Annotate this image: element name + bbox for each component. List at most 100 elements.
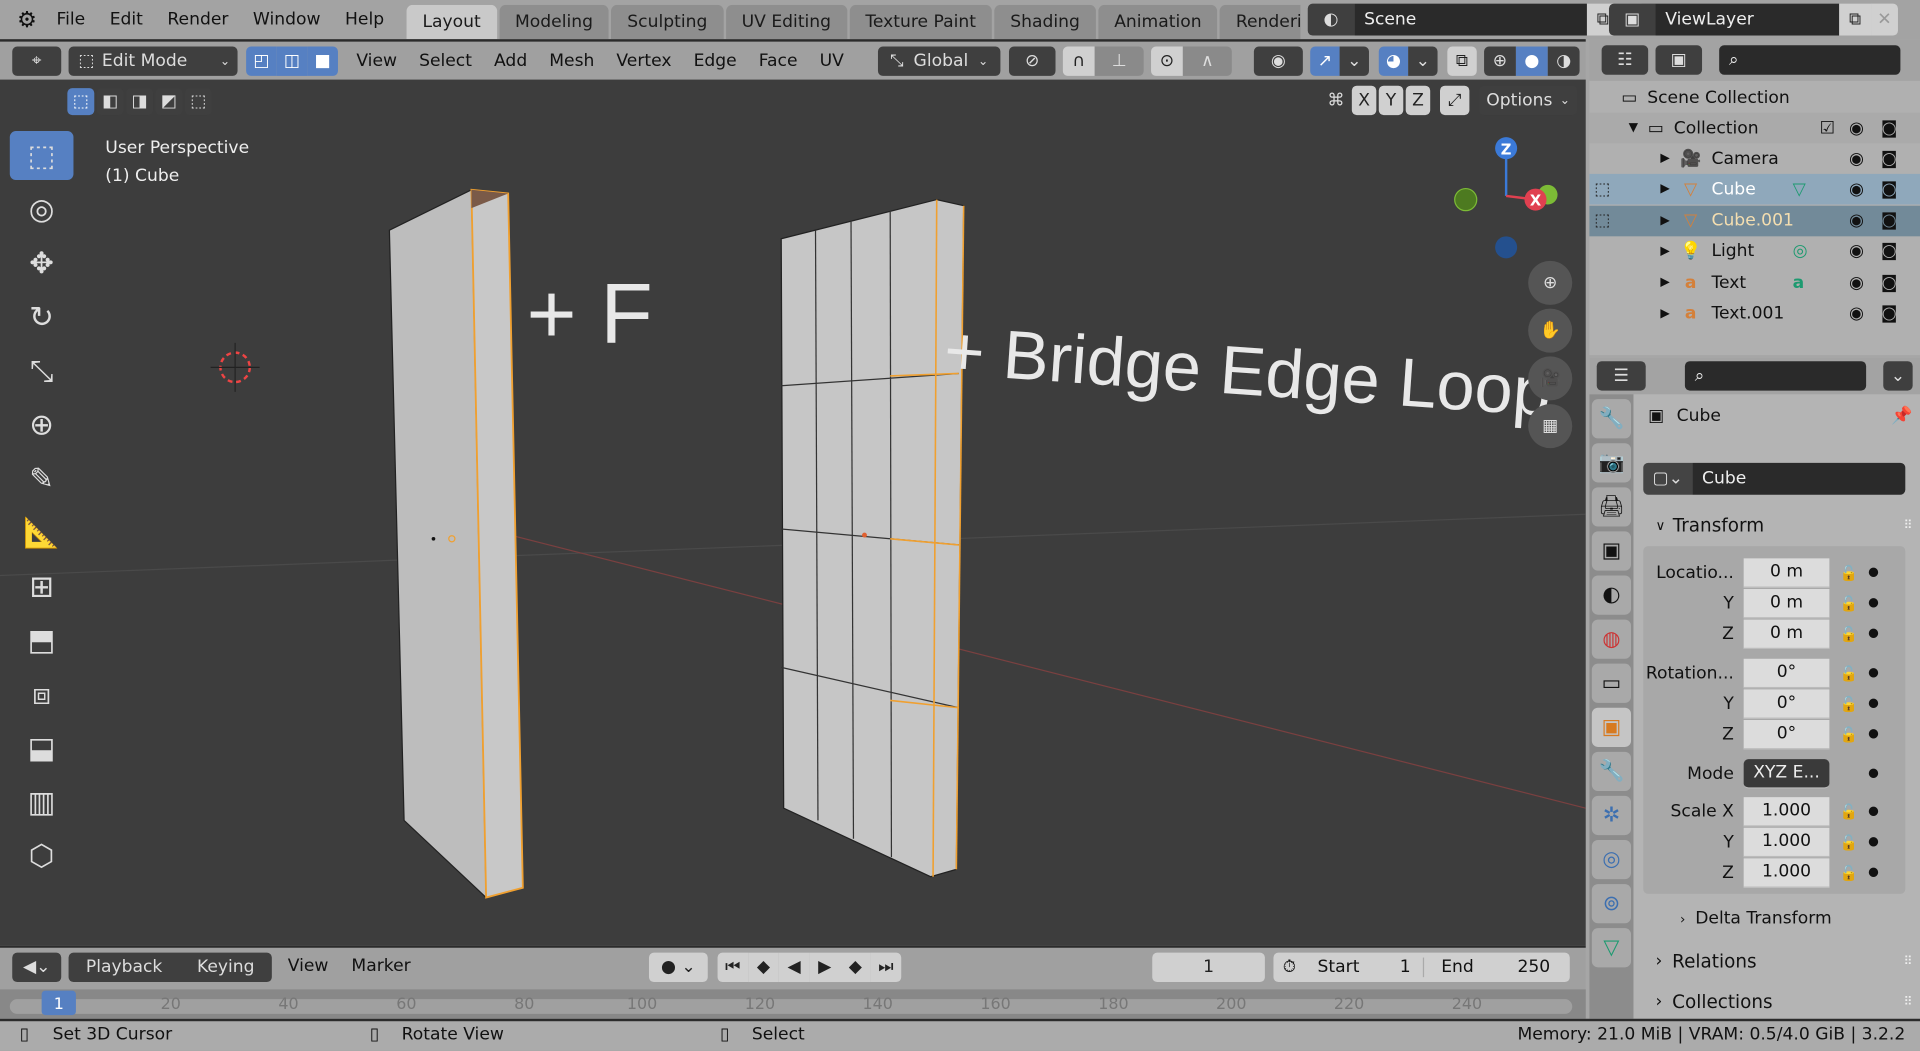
play-reverse-icon[interactable]: ◀ bbox=[778, 952, 810, 983]
3d-viewport[interactable]: + F + Bridge Edge Loop Z X User Perspect… bbox=[0, 79, 1586, 946]
scene-icon[interactable]: ◐ bbox=[1307, 3, 1355, 36]
value-field[interactable]: 0 m bbox=[1743, 588, 1830, 618]
keyframe-dot-icon[interactable]: ● bbox=[1864, 566, 1884, 579]
tab-shading[interactable]: Shading bbox=[994, 4, 1096, 40]
mesh-data-tab-icon[interactable]: ▽ bbox=[1591, 928, 1632, 968]
gizmo-neg-y-axis[interactable] bbox=[1454, 187, 1478, 212]
options-dropdown[interactable]: Options ⌄ bbox=[1479, 85, 1578, 116]
menu-timeline-view[interactable]: View bbox=[288, 956, 329, 976]
gizmo-dropdown[interactable]: ⌄ bbox=[1339, 46, 1369, 76]
expand-right-icon[interactable]: ▶ bbox=[1660, 214, 1669, 227]
object-data-icon[interactable]: ▢⌄ bbox=[1643, 462, 1693, 495]
tab-modeling[interactable]: Modeling bbox=[499, 4, 609, 40]
end-frame-field[interactable]: End 250 bbox=[1422, 957, 1567, 978]
start-frame-field[interactable]: Start 1 bbox=[1305, 958, 1423, 978]
value-field[interactable]: 1.000 bbox=[1743, 857, 1830, 888]
eye-icon[interactable]: ◉ bbox=[1849, 118, 1864, 138]
current-frame-field[interactable]: 1 bbox=[1152, 952, 1265, 983]
object-data-icon[interactable]: ▽ bbox=[1793, 180, 1806, 200]
value-field[interactable]: 0 m bbox=[1743, 618, 1830, 649]
topology-mirror-icon[interactable]: ⤢ bbox=[1440, 85, 1470, 116]
snap-target-button[interactable]: ⊥ bbox=[1094, 46, 1144, 76]
knife-tool-icon[interactable]: ⬡ bbox=[10, 831, 74, 880]
face-select-button[interactable]: ■ bbox=[307, 46, 338, 76]
select-box-tool-icon[interactable]: ⬚ bbox=[9, 131, 74, 181]
viewlayer-icon[interactable]: ▣ bbox=[1608, 3, 1656, 36]
properties-search-input[interactable]: ⌕ bbox=[1684, 361, 1867, 391]
stopwatch-icon[interactable]: ⏱ bbox=[1273, 958, 1305, 978]
eye-icon[interactable]: ◉ bbox=[1849, 242, 1864, 262]
select-extend-icon[interactable]: ◧ bbox=[96, 88, 124, 116]
measure-tool-icon[interactable]: 📐 bbox=[10, 508, 74, 557]
tab-texture-paint[interactable]: Texture Paint bbox=[849, 4, 992, 40]
drag-handle-icon[interactable]: ⠿ bbox=[1904, 995, 1913, 1008]
jump-end-icon[interactable]: ⏭ bbox=[870, 952, 902, 983]
viewlayer-selector[interactable]: ▣ ViewLayer ⧉ ✕ bbox=[1608, 3, 1898, 36]
camera-render-icon[interactable]: ◙ bbox=[1881, 180, 1898, 200]
play-icon[interactable]: ▶ bbox=[809, 952, 841, 983]
tool-tab-icon[interactable]: 🔧 bbox=[1591, 399, 1632, 439]
object-tab-icon[interactable]: ▣ bbox=[1591, 707, 1632, 747]
delete-viewlayer-icon[interactable]: ✕ bbox=[1871, 3, 1898, 36]
scene-tab-icon[interactable]: ◐ bbox=[1591, 575, 1632, 615]
menu-marker[interactable]: Marker bbox=[351, 956, 410, 976]
pan-hand-icon[interactable]: ✋ bbox=[1528, 308, 1573, 353]
output-tab-icon[interactable]: 🖨 bbox=[1591, 487, 1632, 527]
select-invert-icon[interactable]: ◩ bbox=[155, 88, 183, 116]
wireframe-shading-icon[interactable]: ⊕ bbox=[1484, 46, 1516, 76]
menu-face[interactable]: Face bbox=[748, 51, 809, 71]
keyframe-dot-icon[interactable]: ● bbox=[1864, 835, 1884, 848]
edit-mode-icon[interactable]: ⬚ bbox=[1594, 211, 1610, 231]
gizmo-neg-z-axis[interactable] bbox=[1495, 236, 1518, 259]
menu-playback[interactable]: Playback bbox=[86, 958, 162, 978]
camera-render-icon[interactable]: ◙ bbox=[1881, 149, 1898, 169]
keyframe-dot-icon[interactable]: ● bbox=[1864, 866, 1884, 879]
lock-icon[interactable]: 🔓 bbox=[1834, 833, 1863, 850]
mesh-vertex[interactable] bbox=[431, 536, 436, 541]
gizmo-toggle-icon[interactable]: ↗ bbox=[1310, 46, 1340, 76]
menu-select[interactable]: Select bbox=[408, 51, 483, 71]
text-object-bridge[interactable]: + Bridge Edge Loop bbox=[942, 312, 1554, 431]
outliner-item[interactable]: ▶ a Text.001 ◉ ◙ bbox=[1589, 298, 1920, 329]
tab-rendering[interactable]: Rendering bbox=[1219, 4, 1301, 40]
rotate-tool-icon[interactable]: ↻ bbox=[10, 293, 74, 342]
scene-name-field[interactable]: Scene bbox=[1354, 3, 1587, 36]
next-keyframe-icon[interactable]: ◆ bbox=[840, 952, 871, 983]
auto-keying-button[interactable]: ● ⌄ bbox=[648, 952, 708, 983]
drag-handle-icon[interactable]: ⠿ bbox=[1904, 519, 1913, 532]
lock-icon[interactable]: 🔓 bbox=[1834, 564, 1863, 581]
outliner-item[interactable]: ▶ a Text a ◉ ◙ bbox=[1589, 267, 1920, 298]
menu-edge[interactable]: Edge bbox=[683, 51, 748, 71]
keyframe-dot-icon[interactable]: ● bbox=[1864, 627, 1884, 640]
editor-type-button[interactable]: ⌖ bbox=[12, 46, 62, 76]
mesh-vertex-active[interactable] bbox=[862, 532, 867, 538]
loop-cut-tool-icon[interactable]: ▥ bbox=[10, 778, 74, 827]
object-data-icon[interactable]: ◎ bbox=[1793, 242, 1808, 262]
display-mode-icon[interactable]: ☷ bbox=[1601, 45, 1649, 75]
blender-logo-icon[interactable]: ⚙ bbox=[10, 7, 44, 33]
new-viewlayer-icon[interactable]: ⧉ bbox=[1839, 3, 1872, 36]
extrude-tool-icon[interactable]: ⬒ bbox=[10, 616, 74, 665]
menu-file[interactable]: File bbox=[44, 10, 97, 30]
bevel-tool-icon[interactable]: ⬓ bbox=[10, 724, 74, 773]
material-shading-icon[interactable]: ◑ bbox=[1547, 46, 1580, 76]
add-cube-tool-icon[interactable]: ⊞ bbox=[10, 562, 74, 611]
properties-editor-type-icon[interactable]: ☰ bbox=[1596, 361, 1646, 391]
keyframe-dot-icon[interactable]: ● bbox=[1864, 804, 1884, 817]
edit-mode-icon[interactable]: ⬚ bbox=[1594, 180, 1610, 200]
scale-tool-icon[interactable]: ⤡ bbox=[10, 347, 74, 396]
menu-render[interactable]: Render bbox=[155, 10, 241, 30]
lock-icon[interactable]: 🔓 bbox=[1834, 695, 1863, 712]
menu-edit[interactable]: Edit bbox=[97, 10, 155, 30]
rotation-mode-dropdown[interactable]: XYZ E... bbox=[1743, 758, 1830, 788]
eye-icon[interactable]: ◉ bbox=[1849, 304, 1864, 324]
camera-view-icon[interactable]: 🎥 bbox=[1528, 356, 1573, 401]
menu-view[interactable]: View bbox=[345, 51, 408, 71]
overlay-dropdown[interactable]: ⌄ bbox=[1408, 46, 1438, 76]
mirror-x-button[interactable]: X bbox=[1351, 85, 1377, 116]
selectability-visibility-button[interactable]: ◉ bbox=[1253, 46, 1303, 76]
annotate-tool-icon[interactable]: ✎ bbox=[10, 454, 74, 503]
exclude-checkbox[interactable]: ☑ bbox=[1820, 118, 1835, 138]
value-field[interactable]: 1.000 bbox=[1743, 827, 1830, 857]
value-field[interactable]: 0° bbox=[1743, 688, 1830, 719]
